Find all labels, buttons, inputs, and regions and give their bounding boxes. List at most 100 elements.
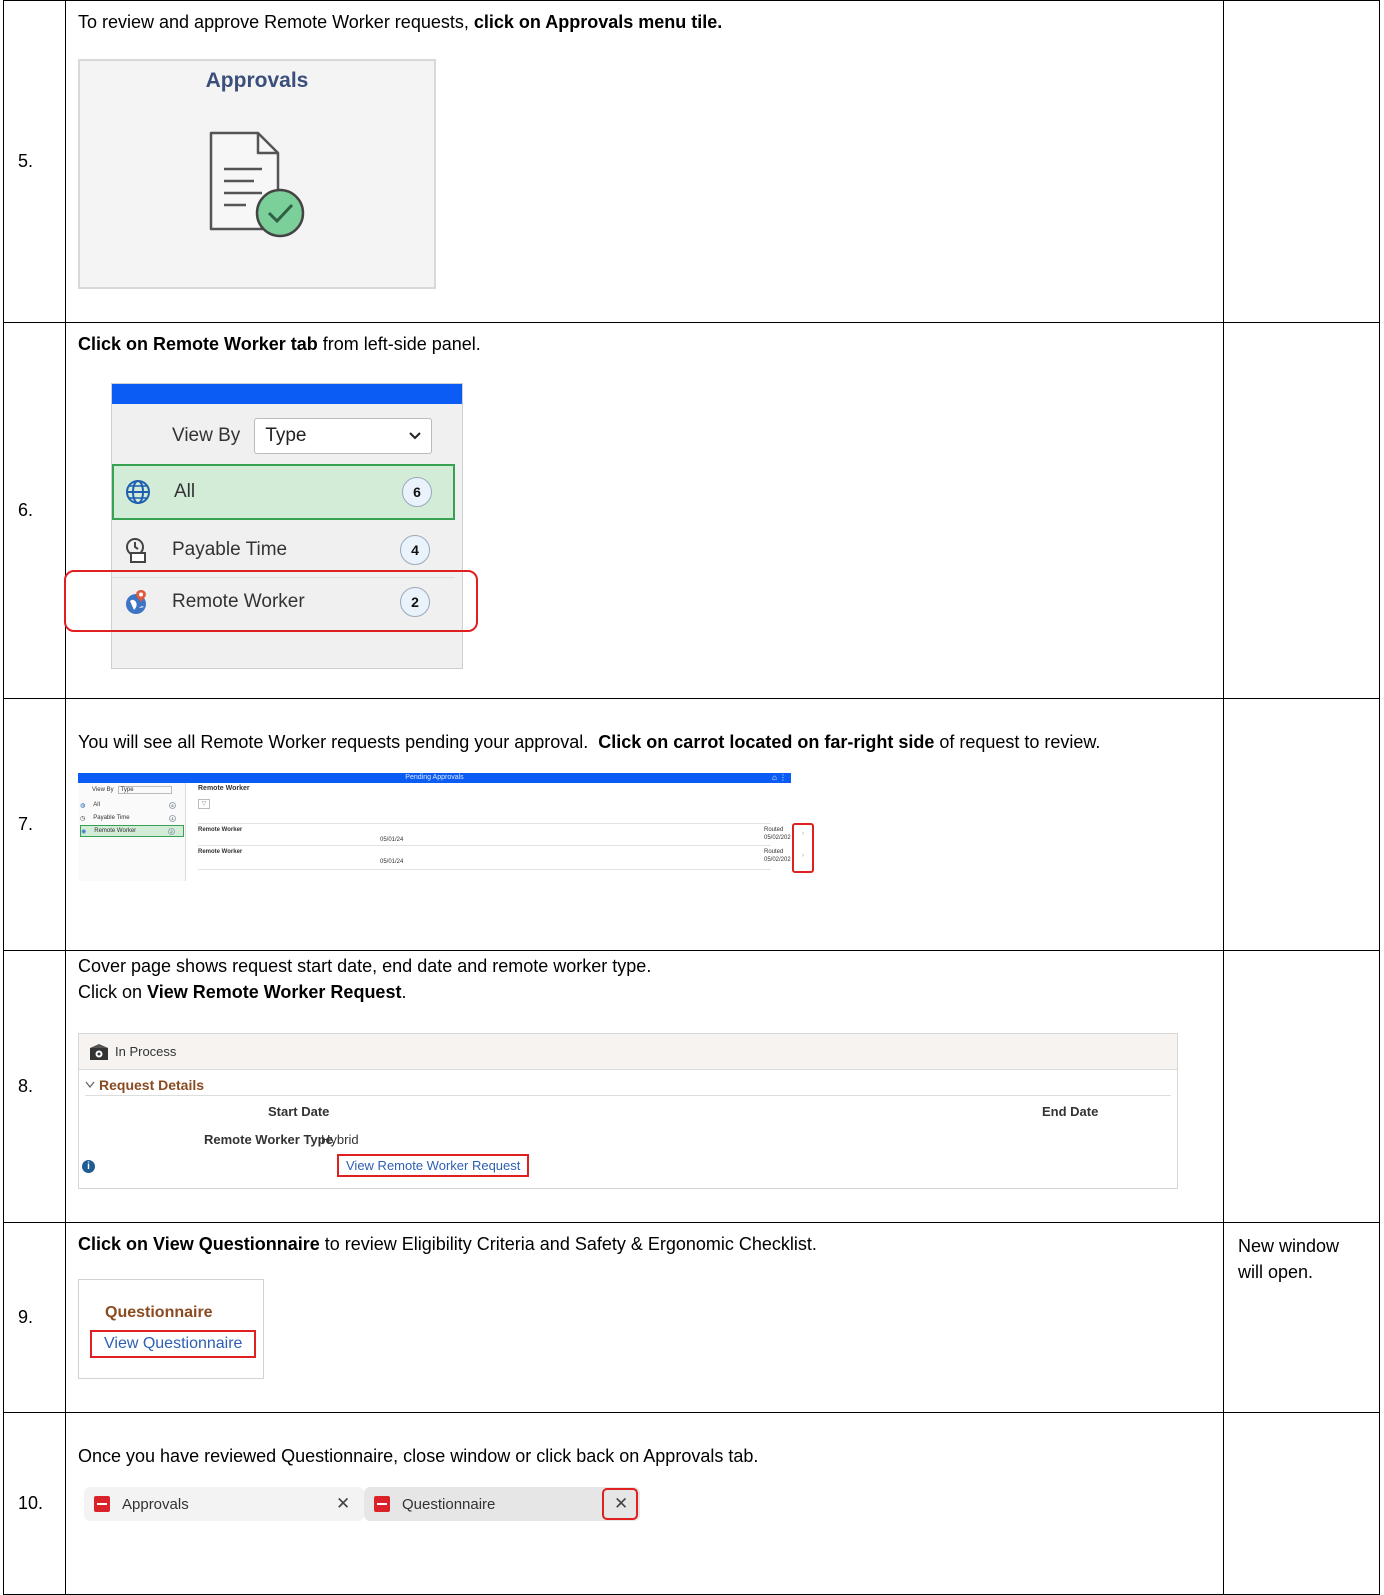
remote-worker-type-label: Remote Worker Type (204, 1132, 333, 1147)
tab-label: Approvals (122, 1495, 189, 1513)
step-note (1223, 1412, 1380, 1595)
mini-view-by-label: View By (92, 787, 114, 793)
view-by-panel: View By Type All 6 Payable Time 4 Remote… (64, 383, 478, 669)
clock-calendar-icon (126, 537, 146, 563)
view-by: View By Type (172, 418, 433, 454)
row-type: Remote Worker (198, 827, 243, 833)
step-note (1223, 698, 1380, 951)
tile-title: Approvals (205, 69, 309, 92)
chevron-down-icon (409, 432, 422, 440)
view-remote-worker-request-link[interactable]: View Remote Worker Request (337, 1154, 530, 1177)
step-number: 7. (3, 698, 66, 951)
globe-icon: ◍ (80, 802, 86, 809)
pending-approvals-title: Pending Approvals (405, 774, 464, 781)
site-favicon-icon (94, 1496, 110, 1512)
globe-icon (126, 480, 150, 504)
count-badge: 6 (169, 801, 176, 809)
clock-calendar-icon: ◷ (80, 815, 86, 822)
info-icon[interactable]: i (82, 1160, 95, 1173)
instruction-text: Click on (78, 982, 148, 1002)
start-date-label: Start Date (268, 1104, 330, 1119)
home-icon[interactable]: ⌂ ⋮ (772, 773, 787, 783)
divider (198, 869, 771, 870)
highlight-box (64, 570, 478, 632)
count-badge: 4 (400, 534, 430, 565)
view-by-value: Type (265, 425, 307, 446)
chevron-down-icon (85, 1081, 95, 1088)
instruction-text: . (401, 982, 407, 1002)
tab-label: Questionnaire (402, 1495, 496, 1513)
document-check-icon (209, 131, 305, 238)
browser-tabs: Approvals ✕ Questionnaire ✕ (78, 1485, 646, 1525)
end-date-label: End Date (1042, 1104, 1099, 1119)
view-questionnaire-link[interactable]: View Questionnaire (90, 1330, 257, 1358)
mini-item-label: All (93, 802, 100, 808)
panel-item-label: All (174, 481, 196, 502)
close-icon[interactable]: ✕ (336, 1494, 350, 1514)
tab-questionnaire[interactable]: Questionnaire ✕ (364, 1487, 640, 1521)
questionnaire-box: Questionnaire View Questionnaire (78, 1279, 264, 1379)
step-note: New window will open. (1223, 1222, 1380, 1413)
view-by-select[interactable]: Type (254, 418, 433, 454)
mini-main: Remote Worker ▽ Remote Worker 05/01/24 R… (198, 783, 814, 881)
mini-item-all[interactable]: ◍ All 6 (80, 799, 184, 811)
step-number: 10. (3, 1412, 66, 1595)
step-row-5: 5. To review and approve Remote Worker r… (3, 0, 1380, 323)
instruction-text: You will see all Remote Worker requests … (78, 732, 599, 752)
mini-view-by: View By Type (92, 786, 172, 794)
row-status: Routed (764, 827, 784, 833)
mini-item-label: Remote Worker (94, 828, 137, 834)
cover-page: In Process Request Details Start Date En… (78, 1033, 1178, 1189)
step-instruction: You will see all Remote Worker requests … (78, 729, 1138, 755)
divider (198, 823, 771, 824)
mini-item-remote-worker[interactable]: ◉ Remote Worker 2 (80, 825, 184, 837)
step-body: Click on View Questionnaire to review El… (65, 1222, 1224, 1413)
divider (198, 845, 771, 846)
mini-view-by-select[interactable]: Type (117, 786, 172, 794)
step-body: You will see all Remote Worker requests … (65, 698, 1224, 951)
site-favicon-icon (374, 1496, 390, 1512)
panel-item-label: Payable Time (172, 538, 288, 560)
step-body: Click on Remote Worker tab from left-sid… (64, 322, 1224, 699)
instruction-text: of request to review. (934, 732, 1101, 752)
highlight-box (792, 823, 814, 873)
count-badge: 2 (168, 827, 175, 835)
status-header: In Process (79, 1034, 1177, 1070)
step-instruction: Click on Remote Worker tab from left-sid… (78, 331, 1211, 357)
step-number: 6. (3, 322, 66, 699)
instruction-text: To review and approve Remote Worker requ… (78, 12, 474, 32)
step-instruction: To review and approve Remote Worker requ… (78, 9, 1211, 35)
row-status: Routed (764, 849, 784, 855)
section-title: Request Details (99, 1076, 205, 1093)
panel-item-all[interactable]: All 6 (112, 464, 455, 520)
step-note (1223, 0, 1380, 323)
step-row-7: 7. You will see all Remote Worker reques… (3, 698, 1380, 951)
tab-approvals[interactable]: Approvals ✕ (84, 1487, 364, 1521)
questionnaire-title: Questionnaire (105, 1304, 213, 1321)
mini-item-label: Payable Time (93, 815, 130, 821)
step-body: To review and approve Remote Worker requ… (65, 0, 1224, 323)
remote-worker-type-value: Hybrid (321, 1132, 359, 1147)
pending-approvals-bar: Pending Approvals ⌂ ⋮ (78, 773, 791, 783)
step-instruction: Once you have reviewed Questionnaire, cl… (78, 1443, 1211, 1469)
pending-approvals-screenshot: Pending Approvals ⌂ ⋮ View By Type ◍ All… (78, 773, 814, 881)
filter-icon[interactable]: ▽ (198, 799, 210, 809)
mini-item-payable-time[interactable]: ◷ Payable Time 4 (80, 812, 184, 824)
row-date: 05/01/24 (380, 859, 404, 865)
step-number: 9. (3, 1222, 66, 1413)
step-number: 8. (3, 950, 66, 1223)
step-note (1223, 950, 1380, 1223)
highlight-box (602, 1488, 638, 1520)
instruction-bold: Click on carrot located on far-right sid… (598, 732, 935, 752)
step-instruction: Cover page shows request start date, end… (78, 953, 1211, 1005)
request-details-section[interactable]: Request Details (85, 1074, 1171, 1096)
step-instruction: Click on View Questionnaire to review El… (78, 1231, 1211, 1257)
in-process-icon (90, 1043, 108, 1060)
step-row-9: 9. Click on View Questionnaire to review… (3, 1222, 1380, 1413)
instruction-bold: Click on View Questionnaire (78, 1234, 320, 1254)
step-row-10: 10. Once you have reviewed Questionnaire… (3, 1412, 1380, 1595)
approvals-tile[interactable]: Approvals (78, 59, 436, 289)
instruction-text: Cover page shows request start date, end… (78, 956, 652, 976)
row-type: Remote Worker (198, 849, 243, 855)
count-badge: 6 (402, 477, 432, 507)
